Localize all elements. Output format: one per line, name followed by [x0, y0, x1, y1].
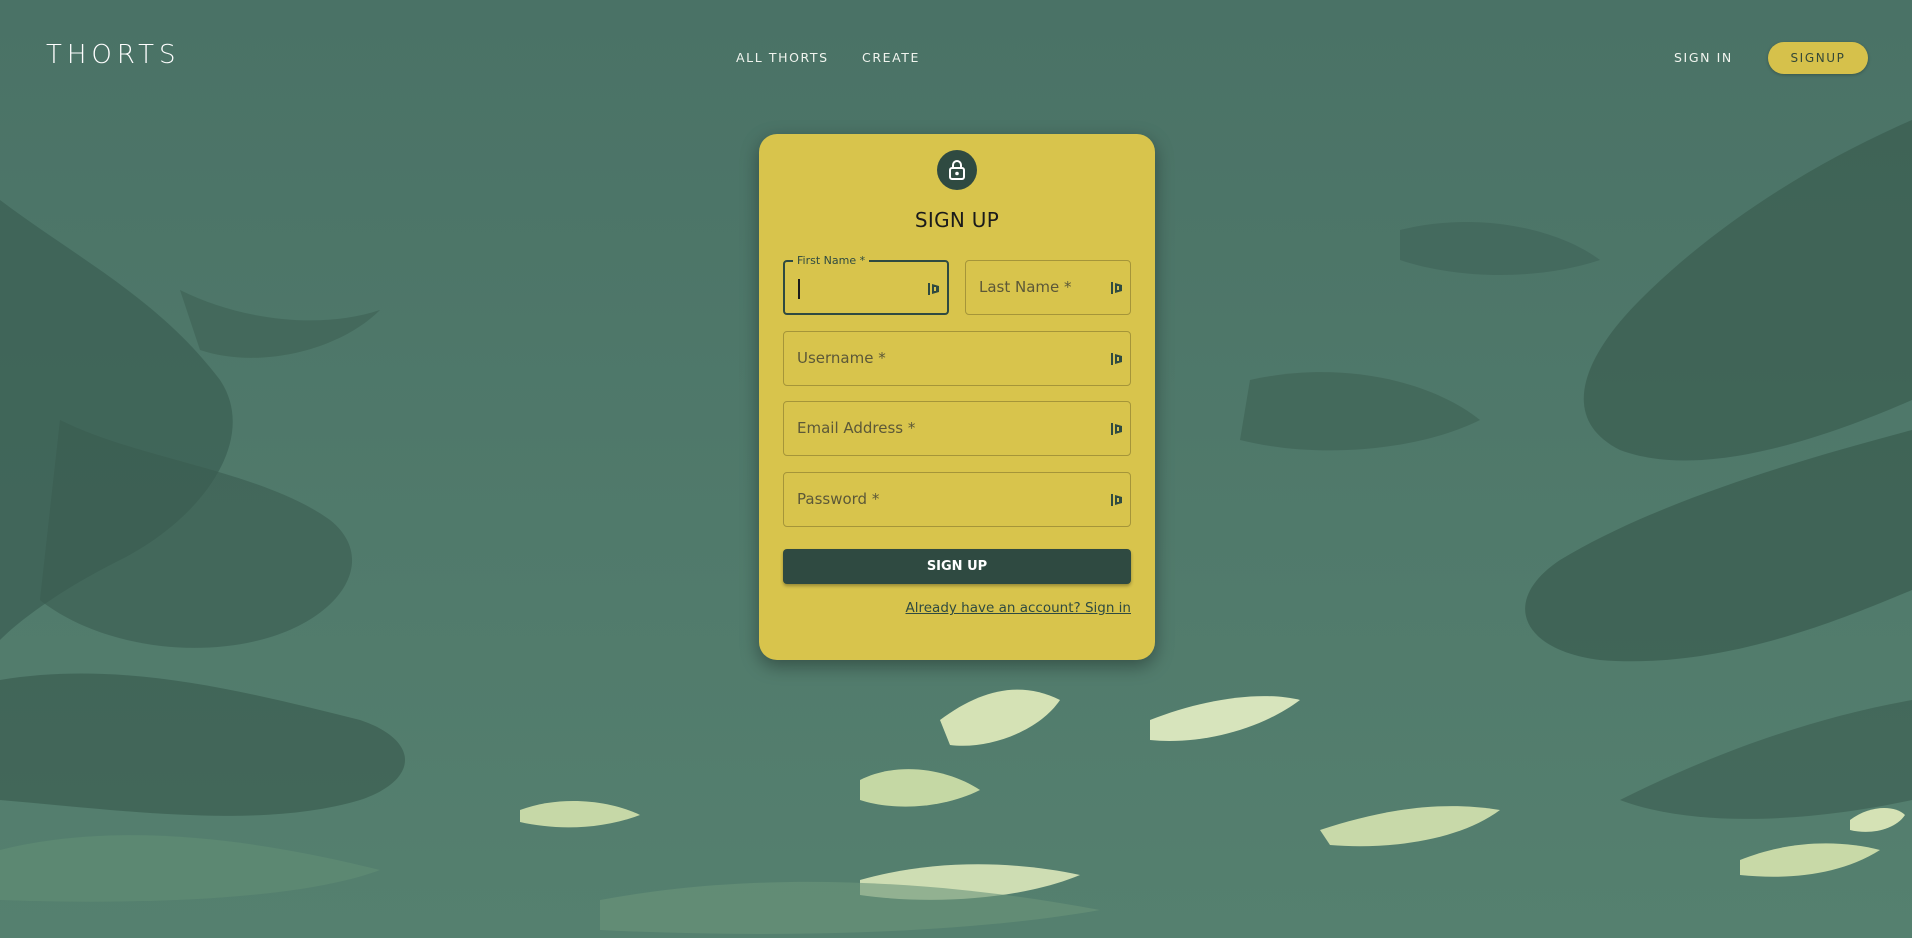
first-name-field[interactable]: First Name * — [783, 254, 949, 315]
password-placeholder: Password * — [797, 490, 880, 508]
last-name-field[interactable]: Last Name * — [965, 260, 1131, 315]
nav-link-all-thorts[interactable]: ALL THORTS — [736, 50, 829, 65]
first-name-label: First Name * — [793, 254, 870, 267]
password-manager-icon[interactable] — [1110, 421, 1124, 437]
lock-icon — [949, 160, 965, 180]
password-manager-icon[interactable] — [927, 281, 941, 297]
nav-signup-button[interactable]: SIGNUP — [1768, 42, 1868, 74]
password-manager-icon[interactable] — [1110, 280, 1124, 296]
site-logo[interactable]: THORTS — [46, 40, 180, 70]
password-manager-icon[interactable] — [1110, 492, 1124, 508]
sign-in-link[interactable]: Already have an account? Sign in — [906, 600, 1132, 616]
password-manager-icon[interactable] — [1110, 351, 1124, 367]
nav-link-create[interactable]: CREATE — [862, 50, 920, 65]
email-placeholder: Email Address * — [797, 419, 916, 437]
password-field[interactable]: Password * — [783, 472, 1131, 527]
signup-title: SIGN UP — [914, 208, 1000, 232]
username-field[interactable]: Username * — [783, 331, 1131, 386]
top-navbar: THORTS ALL THORTS CREATE SIGN IN SIGNUP — [0, 0, 1912, 115]
sign-up-submit-button[interactable]: SIGN UP — [783, 549, 1131, 584]
last-name-placeholder: Last Name * — [979, 278, 1072, 296]
lock-avatar — [937, 150, 977, 190]
text-caret — [798, 279, 800, 299]
email-field[interactable]: Email Address * — [783, 401, 1131, 456]
nav-sign-in-button[interactable]: SIGN IN — [1674, 50, 1733, 65]
username-placeholder: Username * — [797, 349, 886, 367]
signup-card: SIGN UP First Name * Last Name * Usernam… — [759, 134, 1155, 660]
